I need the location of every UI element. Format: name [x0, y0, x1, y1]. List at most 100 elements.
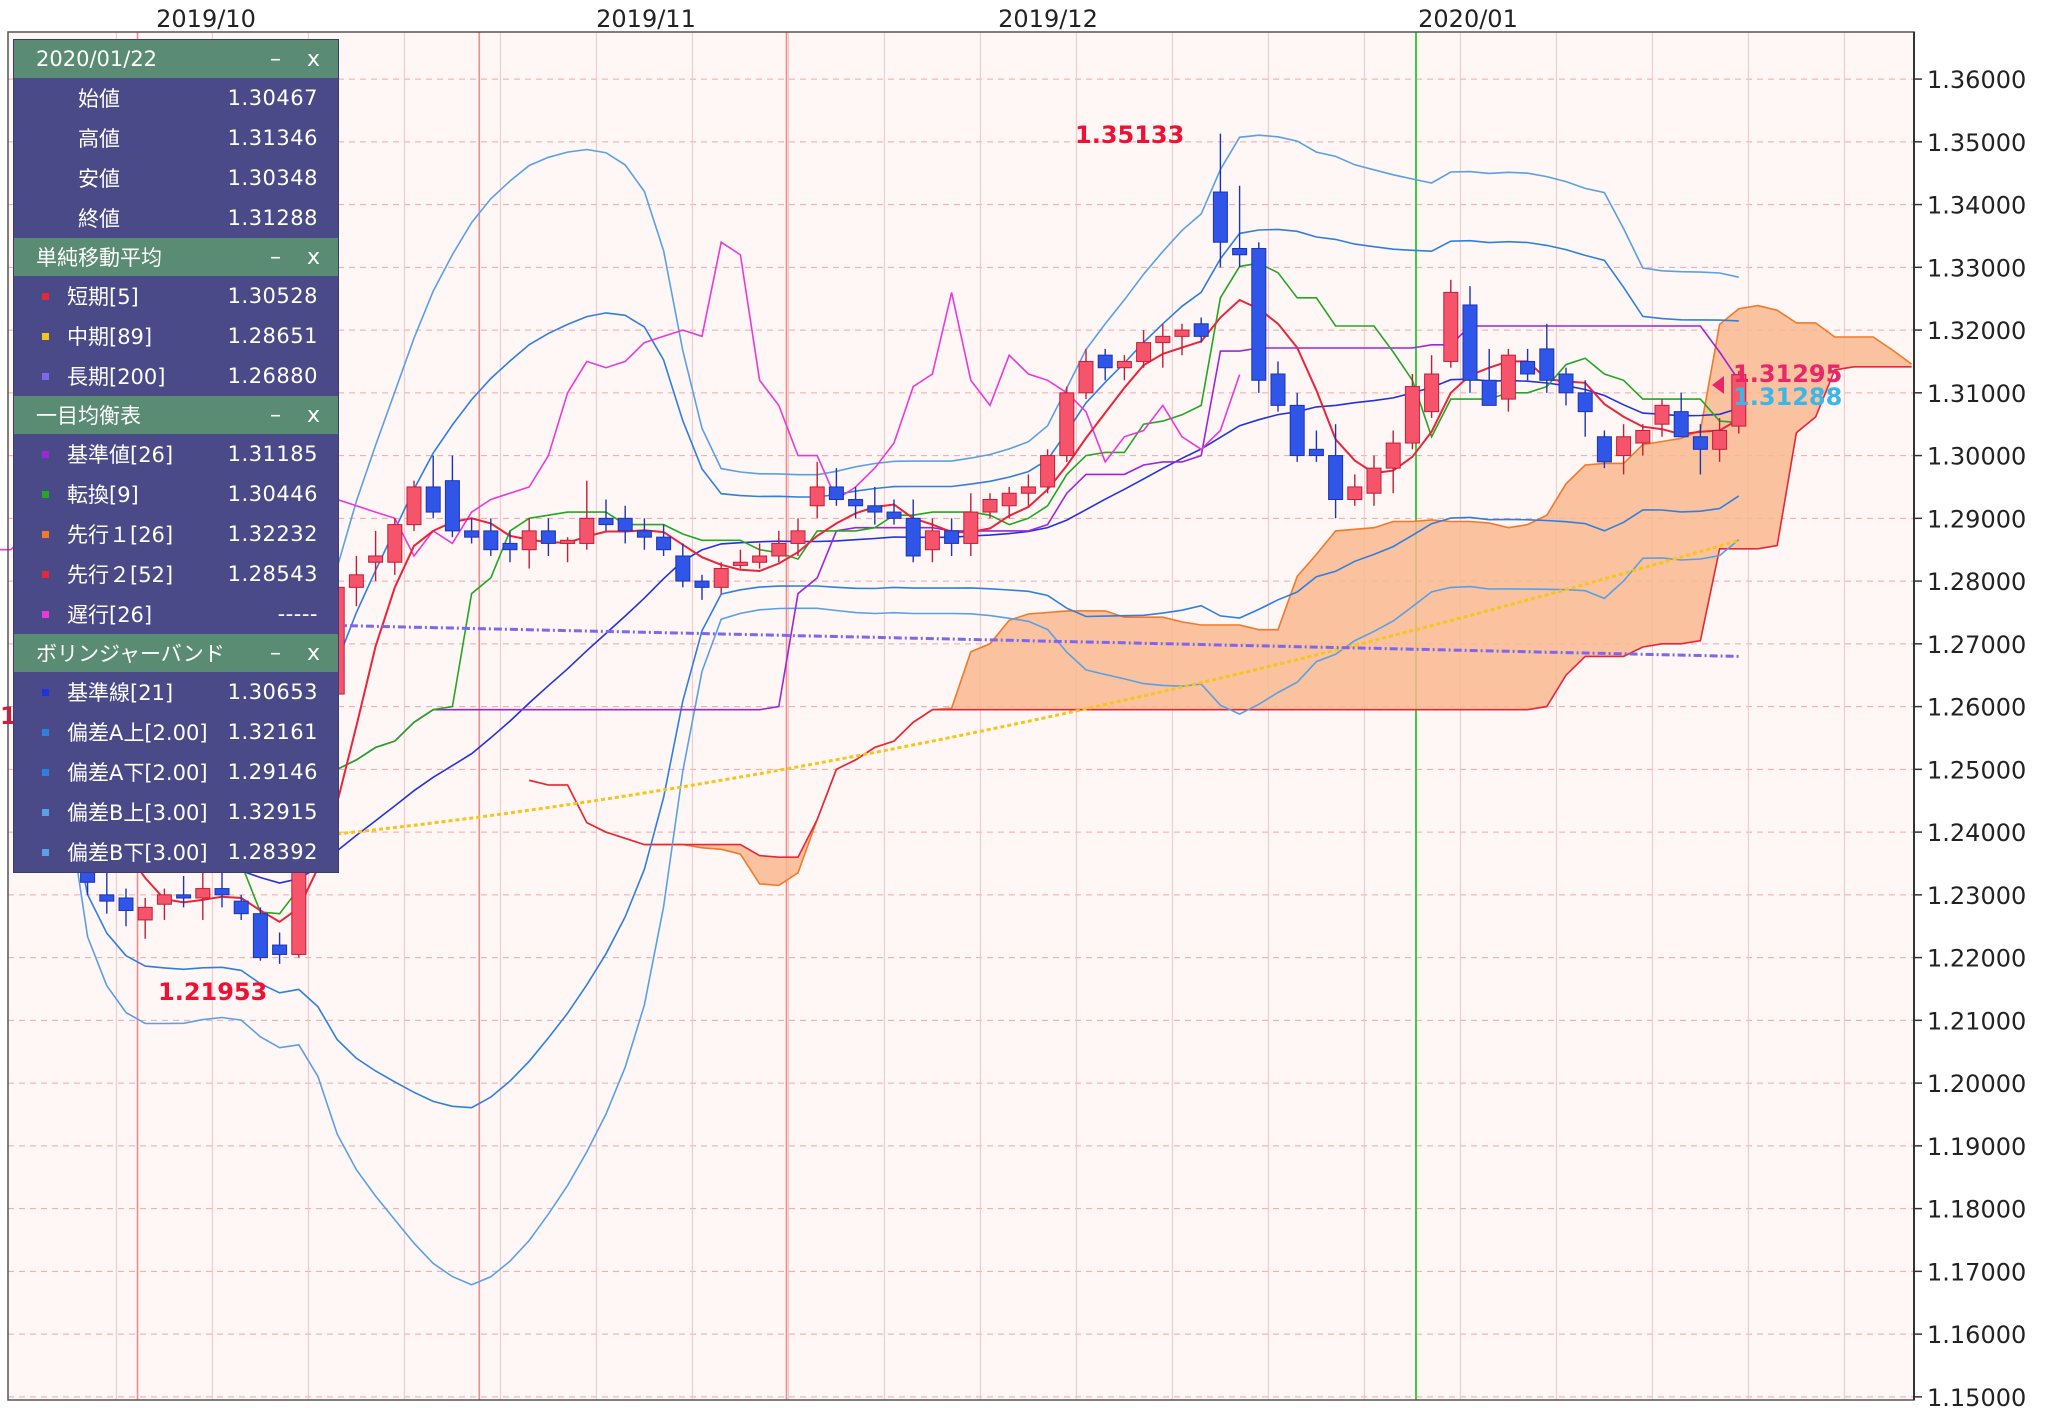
candle-body	[348, 574, 364, 588]
candle-body	[118, 897, 134, 912]
candle-body	[713, 568, 729, 588]
candle-body	[1635, 429, 1651, 444]
bb-header: ボリンジャーバンド – x	[14, 634, 338, 672]
sma-list: 短期[5] 1.30528 中期[89] 1.28651 長期[200] 1.26880	[14, 276, 338, 396]
x-month-label: 2019/12	[998, 5, 1098, 33]
candle-body	[790, 530, 806, 544]
y-tick-label: 1.24000	[1927, 819, 2026, 847]
candle-body	[1404, 386, 1420, 444]
candle-body	[1424, 373, 1440, 413]
minimize-button[interactable]: –	[270, 641, 281, 666]
series-color-swatch	[42, 531, 49, 538]
candle-body	[867, 505, 883, 513]
candle-body	[1116, 360, 1132, 369]
candle-body	[156, 894, 172, 905]
legend-value: 1.31288	[227, 206, 318, 230]
series-color-swatch	[42, 491, 49, 498]
series-color-swatch	[42, 849, 49, 856]
candle-body	[406, 486, 422, 526]
legend-label: 高値	[78, 127, 120, 151]
y-tick-label: 1.23000	[1927, 882, 2026, 910]
candle-body	[636, 530, 652, 538]
candle-body	[464, 530, 480, 538]
legend-row: 安値 1.30348	[14, 158, 338, 198]
sma-title: 単純移動平均	[36, 246, 162, 270]
minimize-button[interactable]: –	[270, 245, 281, 270]
legend-value: 1.28651	[227, 324, 318, 348]
legend-row: 遅行[26] -----	[14, 594, 338, 634]
legend-label: 基準値[26]	[67, 443, 174, 467]
candle-body	[1654, 404, 1670, 425]
candle-body	[1097, 354, 1113, 369]
legend-value: 1.30446	[227, 482, 318, 506]
close-button[interactable]: x	[307, 403, 320, 428]
candle-body	[1059, 392, 1075, 457]
legend-label: 偏差B下[3.00]	[67, 841, 208, 865]
legend-value: 1.30348	[227, 166, 318, 190]
candle-body	[598, 517, 614, 526]
candle-body	[233, 900, 249, 915]
y-tick-label: 1.31000	[1927, 380, 2026, 408]
legend-row: 長期[200] 1.26880	[14, 356, 338, 396]
close-price-label: 1.31288	[1733, 383, 1842, 411]
legend-label: 終値	[78, 207, 120, 231]
candle-body	[771, 542, 787, 557]
candle-body	[886, 511, 902, 519]
legend-row: 中期[89] 1.28651	[14, 316, 338, 356]
y-tick-label: 1.27000	[1927, 631, 2026, 659]
candle-body	[444, 480, 460, 532]
legend-label: 長期[200]	[67, 365, 166, 389]
y-tick-label: 1.22000	[1927, 945, 2026, 973]
candle-body	[809, 486, 825, 507]
candle-body	[1596, 436, 1612, 463]
legend-row: 偏差B下[3.00] 1.28392	[14, 832, 338, 872]
candle-body	[1212, 191, 1228, 243]
candle-body	[1347, 486, 1363, 501]
legend-value: 1.28392	[227, 840, 318, 864]
candle-body	[1001, 492, 1017, 507]
candle	[1443, 279, 1459, 368]
minimize-button[interactable]: –	[270, 47, 281, 72]
legend-row: 始値 1.30467	[14, 78, 338, 118]
legend-row: 偏差B上[3.00] 1.32915	[14, 792, 338, 832]
candle-body	[1520, 360, 1536, 375]
candle-body	[1443, 291, 1459, 362]
legend-label: 偏差A下[2.00]	[67, 761, 208, 785]
legend-row: 偏差A下[2.00] 1.29146	[14, 752, 338, 792]
close-button[interactable]: x	[307, 641, 320, 666]
candle-body	[1308, 448, 1324, 457]
candle-body	[272, 944, 288, 955]
y-tick-label: 1.17000	[1927, 1258, 2026, 1286]
legend-label: 安値	[78, 167, 120, 191]
candle-body	[579, 517, 595, 544]
y-tick-label: 1.25000	[1927, 756, 2026, 784]
candle-body	[1136, 342, 1152, 362]
candle-body	[521, 530, 537, 551]
candle-body	[694, 580, 710, 588]
series-color-swatch	[42, 611, 49, 618]
legend-date-header: 2020/01/22 – x	[14, 40, 338, 78]
candle-body	[99, 894, 115, 902]
close-button[interactable]: x	[307, 245, 320, 270]
candle-body	[1616, 436, 1632, 457]
legend-label: 中期[89]	[67, 325, 153, 349]
legend-label: 先行２[52]	[67, 563, 174, 587]
candle-body	[1251, 247, 1267, 381]
candle-body	[1692, 436, 1708, 450]
legend-label: 始値	[78, 87, 120, 111]
x-month-label: 2019/11	[596, 5, 696, 33]
candle-body	[1712, 429, 1728, 450]
legend-row: 短期[5] 1.30528	[14, 276, 338, 316]
series-color-swatch	[42, 293, 49, 300]
legend-value: 1.32232	[227, 522, 318, 546]
candle	[406, 480, 422, 531]
candle-body	[944, 530, 960, 544]
minimize-button[interactable]: –	[270, 403, 281, 428]
legend-label: 先行１[26]	[67, 523, 174, 547]
legend-value: 1.31185	[227, 442, 318, 466]
close-button[interactable]: x	[307, 47, 320, 72]
legend-label: 基準線[21]	[67, 681, 174, 705]
legend-row: 基準値[26] 1.31185	[14, 434, 338, 474]
candle-body	[483, 530, 499, 551]
legend-value: 1.30528	[227, 284, 318, 308]
